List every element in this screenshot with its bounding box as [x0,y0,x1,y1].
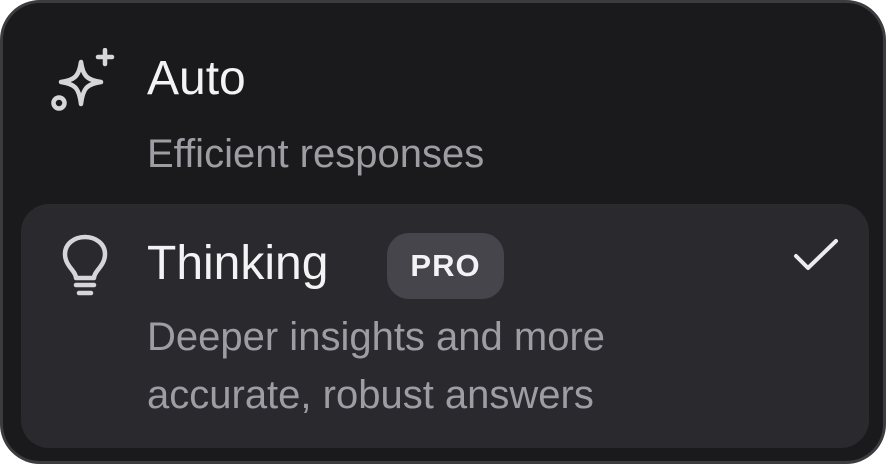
sparkle-icon [51,48,115,111]
pro-badge: PRO [387,233,504,299]
mode-description-line: Deeper insights and more [147,315,606,359]
lightbulb-icon [62,234,108,296]
model-mode-menu: Auto Efficient responses Thinking PRO De… [0,0,886,464]
mode-description-thinking: Deeper insights and more accurate, robus… [147,308,605,424]
checkmark-icon [794,239,838,270]
mode-option-thinking[interactable]: Thinking PRO Deeper insights and more ac… [21,204,869,448]
mode-title-auto: Auto [147,52,246,105]
mode-title-thinking: Thinking [147,237,329,290]
mode-description-line: accurate, robust answers [147,373,594,417]
mode-description-auto: Efficient responses [147,132,485,176]
mode-option-auto[interactable]: Auto Efficient responses [21,23,869,198]
